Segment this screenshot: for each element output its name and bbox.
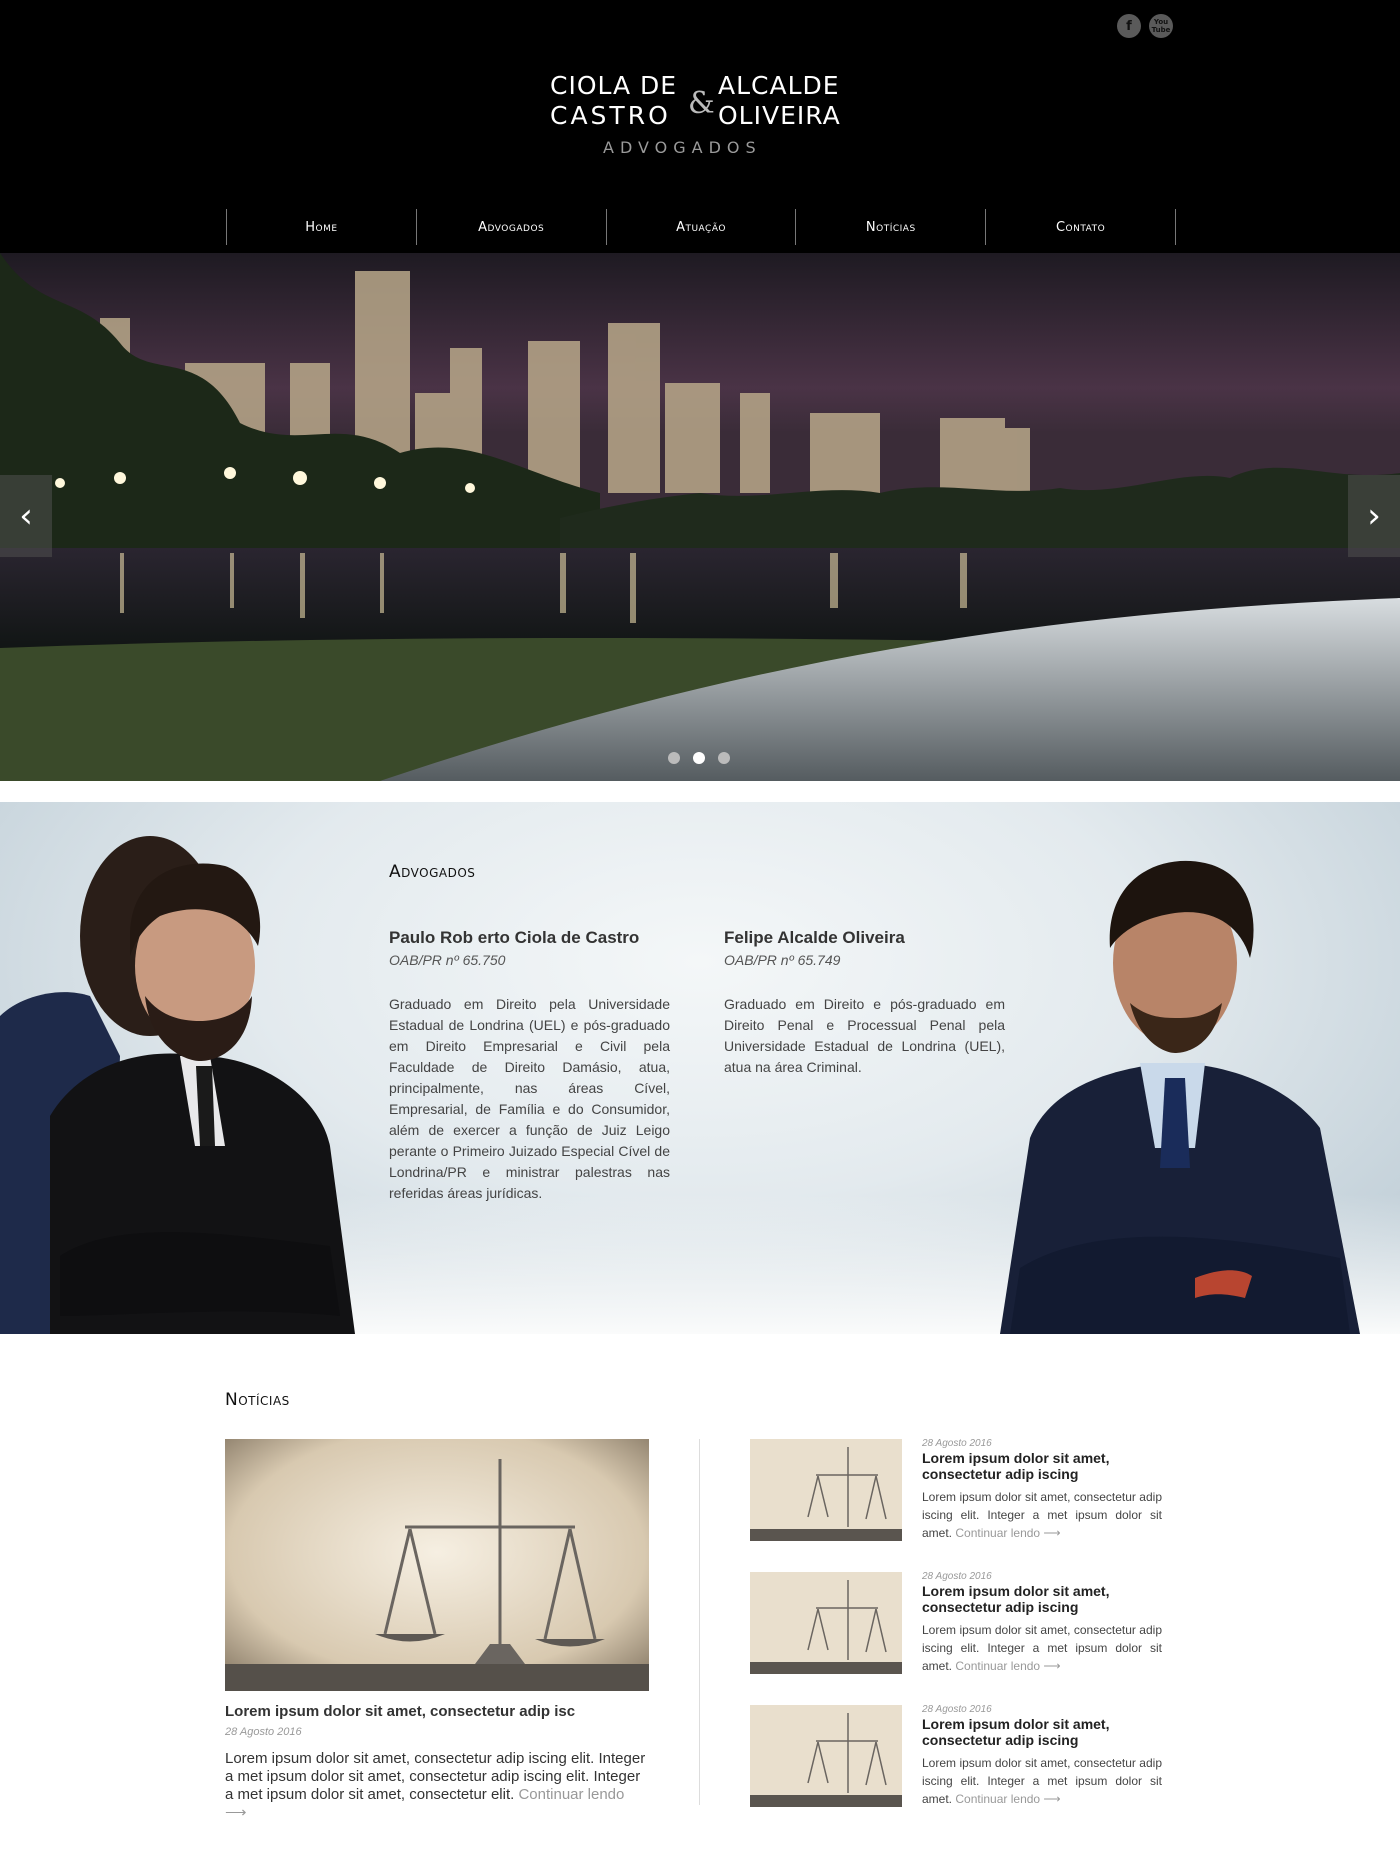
news-divider	[699, 1439, 700, 1805]
news-text: 28 Agosto 2016 Lorem ipsum dolor sit ame…	[922, 1572, 1162, 1675]
read-more-link[interactable]: Continuar lendo ⟶	[955, 1659, 1060, 1673]
slider-dot[interactable]	[668, 752, 680, 764]
lawyer-oab: OAB/PR nº 65.749	[724, 952, 841, 968]
lawyer-photo-paulo	[0, 836, 355, 1334]
lawyer-name: Felipe Alcalde Oliveira	[724, 928, 905, 947]
next-slide-button[interactable]: ›	[1348, 475, 1400, 557]
slider-dot-active[interactable]	[693, 752, 705, 764]
social-links: f You Tube	[1117, 14, 1173, 38]
logo-text: OLIVEIRA	[718, 101, 841, 130]
slider-dots	[668, 752, 730, 764]
lawyer-card: Paulo Rob erto Ciola de Castro OAB/PR nº…	[389, 928, 670, 1204]
main-nav: Home Advogados Atuação Notícias Contato	[226, 209, 1176, 245]
lawyer-card: Felipe Alcalde Oliveira OAB/PR nº 65.749…	[724, 928, 1005, 1078]
news-title[interactable]: Lorem ipsum dolor sit amet, consectetur …	[922, 1450, 1162, 1482]
news-date: 28 Agosto 2016	[922, 1704, 992, 1715]
lawyer-photo-felipe	[1000, 860, 1360, 1334]
news-text: 28 Agosto 2016 Lorem ipsum dolor sit ame…	[922, 1705, 1162, 1808]
nav-item-noticias[interactable]: Notícias	[796, 209, 987, 245]
news-image[interactable]	[225, 1439, 649, 1691]
news-date: 28 Agosto 2016	[922, 1571, 992, 1582]
news-list-item[interactable]: 28 Agosto 2016 Lorem ipsum dolor sit ame…	[750, 1439, 1162, 1541]
scales-thumbnail	[750, 1439, 902, 1541]
lawyer-name: Paulo Rob erto Ciola de Castro	[389, 928, 640, 947]
news-thumbnail[interactable]	[750, 1439, 902, 1541]
lawyer-oab: OAB/PR nº 65.750	[389, 952, 506, 968]
news-text: 28 Agosto 2016 Lorem ipsum dolor sit ame…	[922, 1439, 1162, 1542]
logo-text: ALCALDE	[718, 71, 840, 100]
prev-slide-button[interactable]: ‹	[0, 475, 52, 557]
scales-thumbnail	[750, 1705, 902, 1807]
section-title-noticias: Notícias	[225, 1390, 290, 1410]
read-more-link[interactable]: Continuar lendo ⟶	[955, 1526, 1060, 1540]
facebook-icon[interactable]: f	[1117, 14, 1141, 38]
logo-text: CASTRO	[550, 101, 671, 130]
news-excerpt: Lorem ipsum dolor sit amet, consectetur …	[922, 1621, 1162, 1675]
news-thumbnail[interactable]	[750, 1705, 902, 1807]
logo-subtitle: ADVOGADOS	[603, 138, 762, 157]
nav-item-contato[interactable]: Contato	[986, 209, 1176, 245]
read-more-link[interactable]: Continuar lendo ⟶	[955, 1792, 1060, 1806]
news-date: 28 Agosto 2016	[225, 1726, 302, 1738]
news-title[interactable]: Lorem ipsum dolor sit amet, consectetur …	[922, 1583, 1162, 1615]
scales-thumbnail	[750, 1572, 902, 1674]
section-title-advogados: Advogados	[389, 862, 476, 882]
news-title[interactable]: Lorem ipsum dolor sit amet, consectetur …	[922, 1716, 1162, 1748]
news-thumbnail[interactable]	[750, 1572, 902, 1674]
news-excerpt: Lorem ipsum dolor sit amet, consectetur …	[922, 1488, 1162, 1542]
hero-slider: ‹ ›	[0, 253, 1400, 781]
site-logo[interactable]: CIOLA DE CASTRO & ALCALDE OLIVEIRA ADVOG…	[548, 72, 848, 162]
hero-image	[0, 253, 1400, 781]
logo-ampersand: &	[688, 86, 715, 121]
nav-item-atuacao[interactable]: Atuação	[607, 209, 797, 245]
lawyers-section: Advogados Paulo Rob erto Ciola de Castro…	[0, 802, 1400, 1334]
news-excerpt: Lorem ipsum dolor sit amet, consectetur …	[922, 1754, 1162, 1808]
news-list-item[interactable]: 28 Agosto 2016 Lorem ipsum dolor sit ame…	[750, 1705, 1162, 1807]
news-excerpt: Lorem ipsum dolor sit amet, consectetur …	[225, 1750, 649, 1822]
youtube-icon[interactable]: You Tube	[1149, 14, 1173, 38]
lawyer-bio: Graduado em Direito pela Universidade Es…	[389, 996, 670, 1201]
scales-image	[225, 1439, 649, 1691]
nav-item-home[interactable]: Home	[227, 209, 417, 245]
featured-news[interactable]: Lorem ipsum dolor sit amet, consectetur …	[225, 1439, 649, 1822]
news-title[interactable]: Lorem ipsum dolor sit amet, consectetur …	[225, 1703, 649, 1720]
news-date: 28 Agosto 2016	[922, 1438, 992, 1449]
site-header: f You Tube CIOLA DE CASTRO & ALCALDE OLI…	[0, 0, 1400, 253]
nav-item-advogados[interactable]: Advogados	[417, 209, 607, 245]
lawyer-bio: Graduado em Direito e pós-graduado em Di…	[724, 996, 1005, 1075]
logo-text: CIOLA DE	[550, 71, 678, 100]
news-list-item[interactable]: 28 Agosto 2016 Lorem ipsum dolor sit ame…	[750, 1572, 1162, 1674]
slider-dot[interactable]	[718, 752, 730, 764]
